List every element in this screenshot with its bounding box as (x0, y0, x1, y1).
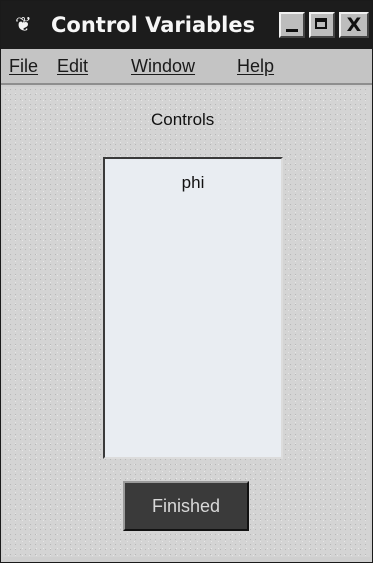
menu-help[interactable]: Help (237, 55, 274, 77)
controls-listbox[interactable]: phi (103, 157, 283, 459)
close-icon: X (346, 14, 362, 36)
menu-edit[interactable]: Edit (57, 55, 88, 77)
finished-button[interactable]: Finished (123, 481, 249, 531)
app-icon[interactable]: ❦ (15, 12, 37, 36)
control-variables-window: ❦ Control Variables X File Edit Window H… (0, 0, 373, 563)
controls-label: Controls (151, 110, 215, 129)
close-button[interactable]: X (339, 12, 369, 38)
menu-window[interactable]: Window (131, 55, 195, 77)
dialog-body: Controls phi Finished (3, 87, 370, 557)
title-bar[interactable]: ❦ Control Variables X (1, 1, 372, 49)
maximize-button[interactable] (309, 12, 335, 38)
list-item-phi[interactable]: phi (105, 171, 281, 195)
minimize-button[interactable] (279, 12, 305, 38)
window-title: Control Variables (51, 13, 256, 37)
menu-file[interactable]: File (9, 55, 38, 77)
menu-bar: File Edit Window Help (1, 49, 372, 85)
